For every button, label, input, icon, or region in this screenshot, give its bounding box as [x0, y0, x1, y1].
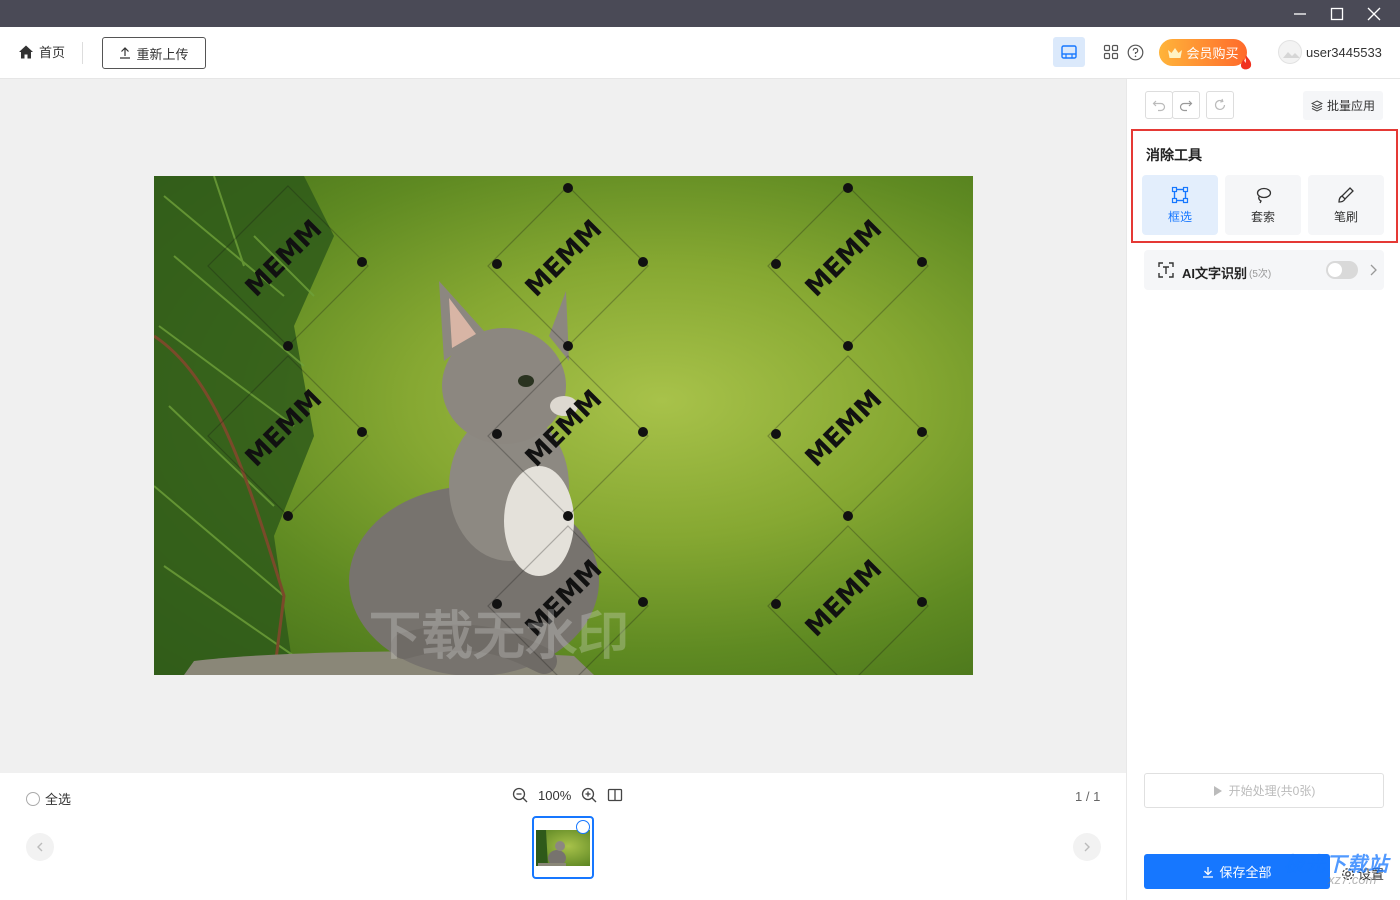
- tool-box-select[interactable]: 框选: [1142, 175, 1218, 235]
- toolbar-divider: [82, 42, 83, 64]
- page-count: 1 / 1: [1075, 789, 1101, 804]
- minimize-button[interactable]: [1282, 0, 1318, 27]
- select-all-label: 全选: [45, 792, 72, 807]
- download-icon: [1203, 866, 1214, 878]
- crown-icon: [1168, 47, 1183, 58]
- tool-box-select-label: 框选: [1167, 209, 1192, 224]
- top-toolbar: 首页 重新上传 会员购买 user3445533: [0, 27, 1400, 79]
- hot-flame-icon: [1240, 55, 1252, 70]
- avatar[interactable]: [1278, 40, 1302, 64]
- grid-view-icon: [1103, 44, 1119, 60]
- avatar-icon: [1283, 52, 1300, 58]
- reset-icon: [1214, 98, 1226, 111]
- tool-lasso-label: 套索: [1250, 209, 1275, 224]
- svg-text:MEMM: MEMM: [800, 214, 889, 303]
- title-bar: [0, 0, 1400, 27]
- svg-text:MEMM: MEMM: [800, 554, 889, 643]
- main-image[interactable]: MEMM MEMM MEMM MEMM MEMM MEMM MEMM MEMM …: [154, 176, 973, 675]
- vip-label: 会员购买: [1186, 46, 1239, 61]
- help-icon: [1127, 44, 1143, 60]
- next-page-button[interactable]: [1073, 833, 1101, 861]
- thumbnail-drawing: [536, 830, 566, 866]
- reupload-button[interactable]: 重新上传: [102, 37, 206, 69]
- tool-brush[interactable]: 笔刷: [1308, 175, 1384, 235]
- single-view-button[interactable]: [1053, 37, 1085, 67]
- undo-button[interactable]: [1145, 91, 1173, 119]
- thumbnail-item[interactable]: [532, 816, 594, 879]
- minimize-icon: [1294, 12, 1306, 15]
- undo-icon: [1152, 100, 1166, 112]
- batch-apply-button[interactable]: 批量应用: [1303, 91, 1383, 120]
- canvas-area: MEMM MEMM MEMM MEMM MEMM MEMM MEMM MEMM …: [0, 79, 1126, 773]
- ai-text-recognition-row[interactable]: AI文字识别 (5次): [1144, 250, 1384, 290]
- zoom-level: 100%: [538, 787, 572, 803]
- toggle-knob: [1328, 263, 1342, 277]
- vip-purchase-button[interactable]: 会员购买: [1159, 39, 1247, 66]
- ai-toggle-switch[interactable]: [1326, 261, 1358, 279]
- maximize-icon: [1330, 7, 1344, 20]
- save-all-label: 保存全部: [1219, 865, 1272, 880]
- home-button[interactable]: 首页: [18, 42, 65, 61]
- zoom-out-icon[interactable]: [512, 787, 528, 803]
- thumbnail-checkbox[interactable]: [576, 820, 590, 834]
- main-image-drawing: MEMM MEMM MEMM MEMM MEMM MEMM MEMM MEMM …: [154, 176, 929, 675]
- maximize-button[interactable]: [1319, 0, 1355, 27]
- ai-text-recognition-label: AI文字识别: [1182, 266, 1248, 281]
- chevron-left-icon: [37, 842, 43, 852]
- redo-icon: [1179, 100, 1193, 112]
- home-icon: [19, 45, 33, 58]
- erase-tools-section: 消除工具 框选 套索 笔刷: [1131, 129, 1398, 243]
- svg-text:MEMM: MEMM: [800, 384, 889, 473]
- tool-lasso[interactable]: 套索: [1225, 175, 1301, 235]
- tool-brush-label: 笔刷: [1333, 209, 1358, 224]
- lasso-icon: [1256, 187, 1272, 203]
- zoom-control: 100%: [512, 787, 623, 803]
- reupload-label: 重新上传: [136, 46, 189, 62]
- erase-tools-title: 消除工具: [1146, 147, 1202, 163]
- box-select-icon: [1171, 186, 1189, 203]
- right-panel: 批量应用 消除工具 框选 套索 笔刷 AI文字识别 (5次) 开始处理(共0张)…: [1126, 79, 1400, 900]
- text-scan-icon: [1158, 262, 1174, 278]
- prev-page-button[interactable]: [26, 833, 54, 861]
- select-all-radio[interactable]: [26, 791, 40, 806]
- thumbnail-image: [536, 830, 590, 866]
- home-label: 首页: [39, 45, 66, 60]
- grid-view-button[interactable]: [1102, 43, 1120, 61]
- zoom-in-icon[interactable]: [581, 787, 597, 803]
- help-button[interactable]: [1126, 43, 1144, 61]
- svg-text:MEMM: MEMM: [520, 214, 609, 303]
- chevron-right-icon[interactable]: [1368, 264, 1378, 276]
- site-watermark-sub: xz7.com: [1328, 872, 1377, 887]
- history-controls: [1145, 91, 1234, 119]
- start-processing-button[interactable]: 开始处理(共0张): [1144, 773, 1384, 808]
- layers-icon: [1310, 99, 1323, 112]
- upload-icon: [120, 47, 131, 59]
- chevron-right-icon: [1084, 842, 1090, 852]
- start-processing-label: 开始处理(共0张): [1228, 784, 1316, 798]
- redo-button[interactable]: [1172, 91, 1200, 119]
- brush-icon: [1338, 186, 1354, 203]
- thumbnail-strip: 全选 100% 1 / 1: [0, 773, 1126, 900]
- reset-button[interactable]: [1206, 91, 1234, 119]
- svg-text:下载无水印: 下载无水印: [369, 607, 629, 667]
- select-all-checkbox[interactable]: 全选: [26, 789, 71, 808]
- username[interactable]: user3445533: [1306, 45, 1382, 60]
- close-icon: [1367, 7, 1381, 20]
- compare-icon[interactable]: [607, 787, 623, 803]
- ai-usage-count: (5次): [1249, 269, 1272, 280]
- single-view-icon: [1061, 45, 1077, 59]
- batch-apply-label: 批量应用: [1326, 99, 1375, 113]
- play-icon: [1213, 785, 1222, 796]
- close-button[interactable]: [1356, 0, 1392, 27]
